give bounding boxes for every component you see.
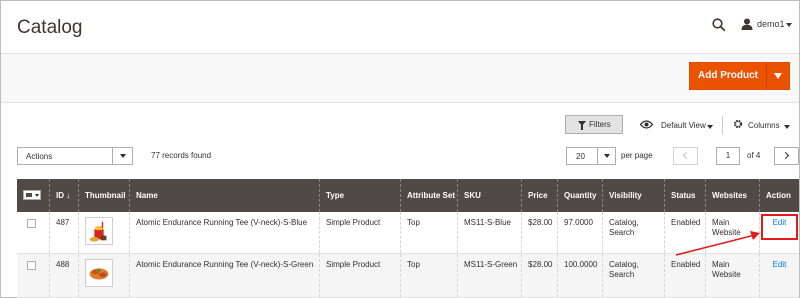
row-checkbox[interactable] <box>27 219 36 228</box>
page-actions-bar <box>1 53 799 103</box>
previous-page-button[interactable] <box>673 147 698 165</box>
grid-header: ID ↓ Thumbnail Name Type Attribute Set S… <box>17 179 799 212</box>
cell-quantity: 100.0000 <box>557 254 602 297</box>
cell-websites: Main Website <box>705 254 759 297</box>
records-found-count: 77 records found <box>151 151 212 160</box>
table-row[interactable]: 488 Atomic Endurance Running Tee (V-neck… <box>17 254 799 298</box>
user-icon[interactable] <box>741 18 753 30</box>
filters-label: Filters <box>589 120 611 129</box>
mass-actions-label: Actions <box>26 152 53 161</box>
cell-thumbnail <box>78 212 129 253</box>
add-product-dropdown-icon[interactable] <box>774 73 782 79</box>
product-thumbnail-image[interactable] <box>85 217 113 245</box>
column-header-price[interactable]: Price <box>521 179 557 212</box>
cell-attribute-set: Top <box>400 254 457 297</box>
per-page-select[interactable]: 20 <box>566 147 616 165</box>
column-header-action: Action <box>759 179 799 212</box>
filter-icon <box>578 121 586 130</box>
column-header-status[interactable]: Status <box>664 179 705 212</box>
cell-price: $28.00 <box>521 254 557 297</box>
chevron-down-icon <box>35 194 39 197</box>
filters-button[interactable]: Filters <box>565 115 623 134</box>
chevron-down-icon <box>604 154 610 158</box>
cell-quantity: 97.0000 <box>557 212 602 253</box>
search-icon[interactable] <box>712 18 726 32</box>
view-switcher-caret-icon[interactable] <box>707 125 713 129</box>
edit-highlight-box <box>761 214 798 240</box>
page-title: Catalog <box>17 17 83 38</box>
chevron-down-icon <box>120 154 126 158</box>
cell-thumbnail <box>78 254 129 297</box>
mass-actions-select[interactable]: Actions <box>17 147 133 165</box>
add-product-divider <box>766 63 767 89</box>
column-header-visibility[interactable]: Visibility <box>602 179 664 212</box>
cell-price: $28.00 <box>521 212 557 253</box>
total-pages-label: of 4 <box>747 151 761 160</box>
cell-type: Simple Product <box>319 254 400 297</box>
annotation-arrow-icon <box>675 231 760 256</box>
column-header-id[interactable]: ID ↓ <box>49 179 78 212</box>
user-menu-caret-icon[interactable] <box>786 23 792 27</box>
column-header-type[interactable]: Type <box>319 179 400 212</box>
row-select-cell <box>17 212 49 253</box>
view-switcher[interactable]: Default View <box>661 121 706 130</box>
row-select-cell <box>17 254 49 297</box>
cell-name: Atomic Endurance Running Tee (V-neck)-S-… <box>129 254 319 297</box>
user-menu-name[interactable]: demo1 <box>757 19 785 29</box>
column-header-websites[interactable]: Websites <box>705 179 759 212</box>
per-page-value: 20 <box>576 152 585 161</box>
cell-visibility: Catalog, Search <box>602 254 664 297</box>
column-mass-select[interactable] <box>17 179 49 212</box>
cell-attribute-set: Top <box>400 212 457 253</box>
cell-action: Edit <box>759 254 799 297</box>
column-header-attribute-set[interactable]: Attribute Set <box>400 179 457 212</box>
mass-select-box <box>26 193 32 197</box>
row-checkbox[interactable] <box>27 261 36 270</box>
per-page-toggle[interactable] <box>597 148 615 164</box>
gear-icon[interactable] <box>733 119 743 129</box>
cell-sku: MS11-S-Blue <box>457 212 521 253</box>
mass-actions-toggle[interactable] <box>112 148 132 164</box>
cell-id: 488 <box>49 254 78 297</box>
cell-name: Atomic Endurance Running Tee (V-neck)-S-… <box>129 212 319 253</box>
cell-visibility: Catalog, Search <box>602 212 664 253</box>
add-product-button[interactable]: Add Product <box>689 62 790 90</box>
cell-status: Enabled <box>664 254 705 297</box>
current-page-input[interactable]: 1 <box>716 147 740 165</box>
column-header-thumbnail: Thumbnail <box>78 179 129 212</box>
eye-icon[interactable] <box>640 120 653 129</box>
next-page-button[interactable] <box>774 147 799 165</box>
mass-select-checkbox[interactable] <box>23 190 41 200</box>
cell-id: 487 <box>49 212 78 253</box>
add-product-label[interactable]: Add Product <box>690 63 766 89</box>
edit-link[interactable]: Edit <box>773 260 787 269</box>
column-header-quantity[interactable]: Quantity <box>557 179 602 212</box>
columns-caret-icon[interactable] <box>784 125 790 129</box>
toolbar-divider <box>722 116 723 134</box>
product-thumbnail-image[interactable] <box>85 259 113 287</box>
cell-type: Simple Product <box>319 212 400 253</box>
per-page-label: per page <box>621 151 653 160</box>
column-header-name[interactable]: Name <box>129 179 319 212</box>
columns-button[interactable]: Columns <box>748 121 780 130</box>
cell-sku: MS11-S-Green <box>457 254 521 297</box>
column-header-sku[interactable]: SKU <box>457 179 521 212</box>
chevron-left-icon <box>682 151 691 160</box>
chevron-right-icon <box>781 151 790 160</box>
